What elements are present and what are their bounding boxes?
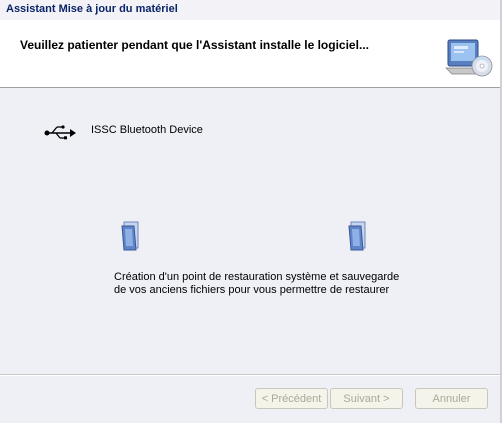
status-text: Création d'un point de restauration syst… <box>114 271 414 297</box>
status-line-1: Création d'un point de restauration syst… <box>114 271 400 283</box>
device-name: ISSC Bluetooth Device <box>91 124 203 136</box>
usb-icon <box>44 125 76 140</box>
wizard-footer: < Précédent Suivant > Annuler <box>0 376 502 423</box>
wizard-window: Assistant Mise à jour du matériel Veuill… <box>0 0 502 423</box>
wizard-header: Veuillez patienter pendant que l'Assista… <box>0 20 502 88</box>
wizard-content: ISSC Bluetooth Device Création d'un poin… <box>0 88 502 374</box>
folder-icon <box>121 221 139 251</box>
hardware-cd-icon <box>445 39 493 77</box>
previous-button[interactable]: < Précédent <box>255 388 328 409</box>
cancel-button[interactable]: Annuler <box>415 388 488 409</box>
status-line-2: de vos anciens fichiers pour vous permet… <box>114 284 390 296</box>
title-bar[interactable]: Assistant Mise à jour du matériel <box>0 0 502 21</box>
folder-icon <box>348 221 366 251</box>
header-headline: Veuillez patienter pendant que l'Assista… <box>20 38 369 52</box>
window-title: Assistant Mise à jour du matériel <box>6 3 178 15</box>
next-button[interactable]: Suivant > <box>330 388 403 409</box>
